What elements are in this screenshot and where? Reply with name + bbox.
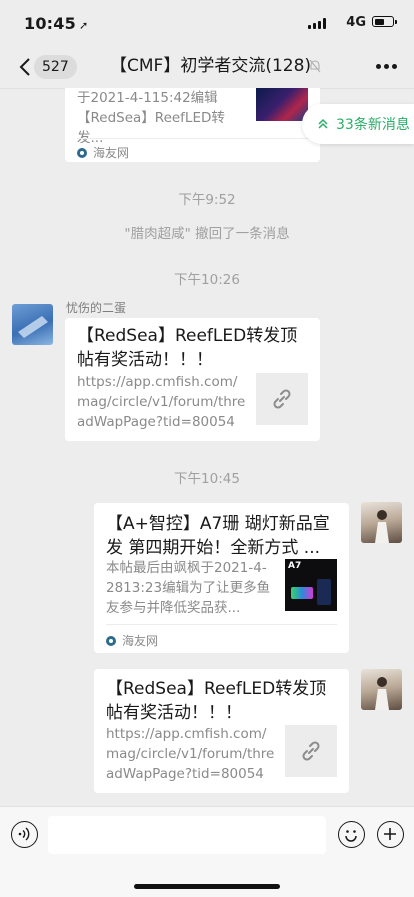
voice-icon[interactable] [11,821,38,848]
location-arrow-icon: ➚ [78,19,89,32]
link-card[interactable]: 【RedSea】ReefLED转发顶帖有奖活动！！！ https://app.c… [65,318,320,441]
avatar-image [18,316,48,338]
source-logo-icon [77,147,87,158]
unread-count-badge[interactable]: 527 [34,55,77,79]
avatar-image [375,677,389,710]
recall-notice: "腊肉超咸" 撤回了一条消息 [124,226,290,242]
divider [77,138,308,139]
card-thumbnail [256,88,308,121]
network-type: 4G [346,15,366,30]
cellular-signal-icon [308,18,326,29]
card-thumbnail: A7 [285,559,337,611]
chat-title: 【CMF】初学者交流(128) [110,56,312,76]
message-card[interactable]: 【A+智控】A7珊 瑚灯新品宣发 第四期开始！全新方式 ... 本帖最后由飒枫于… [94,503,349,653]
card-description: 本帖最后由飒枫于2021-4-2813:23编辑为了让更多鱼友参与并降低奖品获.… [106,560,271,616]
avatar-image [375,510,389,543]
link-url: https://app.cmfish.com/mag/circle/v1/for… [106,726,275,782]
link-thumbnail [285,725,337,777]
card-title: 【A+智控】A7珊 瑚灯新品宣发 第四期开始！全新方式 ... [106,514,330,558]
source-logo-icon [106,635,116,646]
avatar[interactable] [12,304,53,345]
avatar[interactable] [361,502,402,543]
card-source: 海友网 [77,144,129,161]
thumbnail-graphic [291,587,313,599]
timestamp: 下午10:45 [174,471,240,487]
input-bar [0,806,414,897]
emoji-icon[interactable] [338,821,365,848]
message-input[interactable] [48,816,326,854]
link-title: 【RedSea】ReefLED转发顶帖有奖活动！！！ [77,326,298,370]
link-icon [302,741,320,761]
link-title: 【RedSea】ReefLED转发顶帖有奖活动！！！ [106,679,327,723]
double-chevron-up-icon [318,118,328,129]
link-icon [273,389,291,409]
chat-header: 527 【CMF】初学者交流(128) [0,46,414,89]
avatar[interactable] [361,669,402,710]
voice-waves [18,827,30,841]
message-card[interactable]: 于2021-4-115:42编辑【RedSea】ReefLED转发... 海友网 [65,88,320,162]
plus-icon[interactable] [377,821,404,848]
ellipsis-icon[interactable] [376,64,398,70]
bell-off-icon [309,59,321,73]
thumbnail-label: A7 [288,561,302,571]
sender-name: 忧伤的二蛋 [66,301,127,315]
card-description: 于2021-4-115:42编辑【RedSea】ReefLED转发... [77,90,225,146]
thumbnail-graphic [317,579,331,605]
link-url: https://app.cmfish.com/mag/circle/v1/for… [77,374,246,430]
plus-mark [384,828,396,840]
new-messages-label: 33条新消息 [336,117,410,133]
link-card[interactable]: 【RedSea】ReefLED转发顶帖有奖活动！！！ https://app.c… [94,669,349,793]
new-messages-button[interactable]: 33条新消息 [302,104,414,144]
card-source: 海友网 [106,632,158,649]
battery-icon [372,16,397,27]
divider [106,624,337,625]
home-indicator [134,884,280,889]
status-bar: 10:45 ➚ 4G [0,0,414,46]
timestamp: 下午10:26 [174,272,240,288]
emoji-face [345,830,357,842]
link-thumbnail [256,373,308,425]
timestamp: 下午9:52 [178,192,236,208]
status-time: 10:45 ➚ [24,14,89,33]
